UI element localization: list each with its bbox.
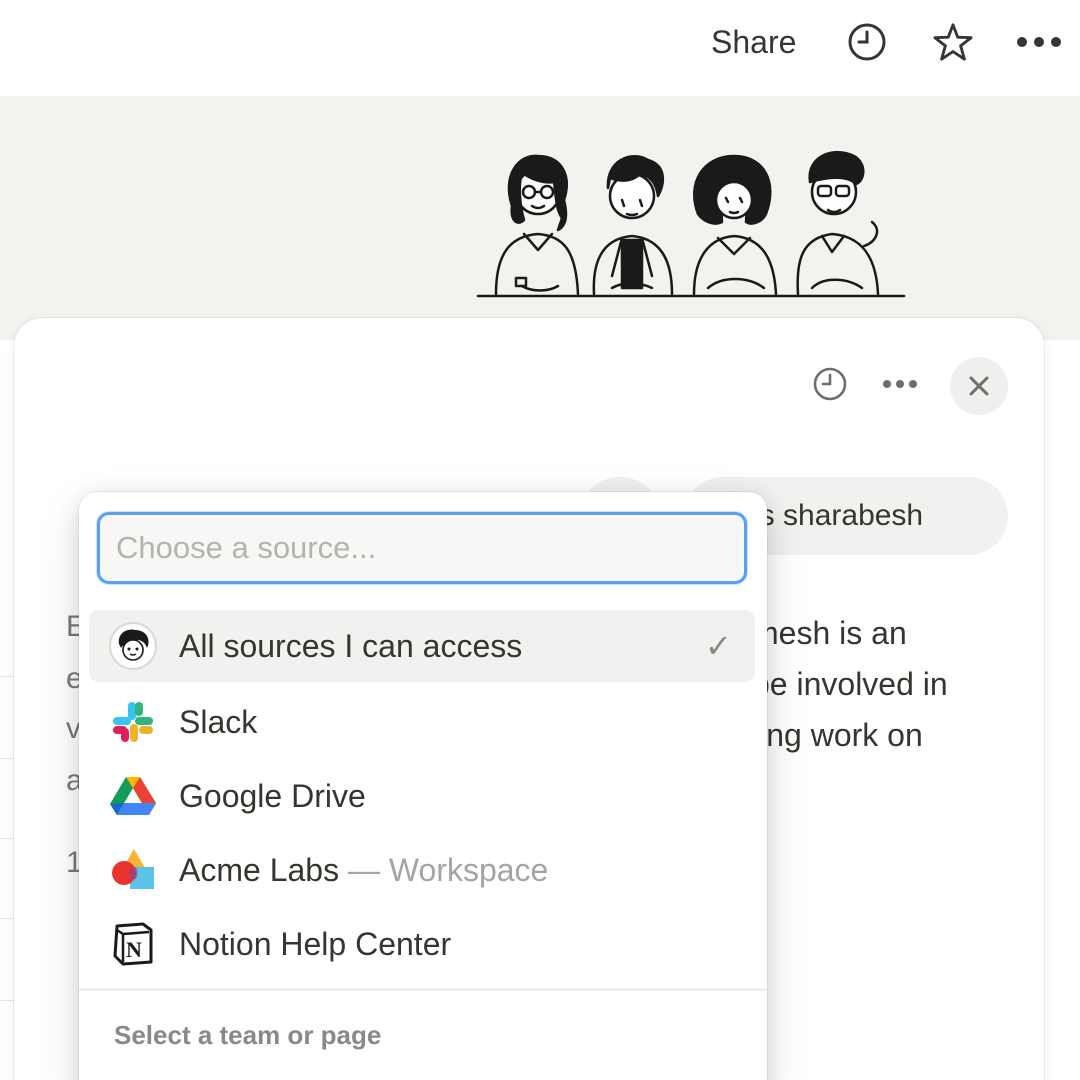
ai-answer-text: mesh is an be involved in ling work on [752,608,948,761]
source-option-label: Slack [179,703,258,740]
source-option-slack[interactable]: Slack [89,686,755,758]
close-button[interactable] [950,357,1008,415]
divider [0,838,14,839]
share-button[interactable]: Share [711,24,796,61]
history-icon[interactable] [808,362,852,406]
source-option-acme-labs[interactable]: Acme Labs — Workspace [89,834,755,906]
close-icon [969,376,989,396]
source-option-label: Google Drive [179,777,366,814]
divider [0,1000,14,1001]
page-cover [0,96,1080,340]
notion-icon: N [109,920,157,968]
source-option-label: Acme Labs — Workspace [179,851,549,888]
star-icon[interactable] [933,22,973,62]
divider [0,758,14,759]
source-option-sublabel: — Workspace [347,851,549,888]
divider [0,676,14,677]
menu-divider [79,988,767,991]
divider [0,918,14,919]
source-option-label: All sources I can access [179,627,523,664]
google-drive-icon [109,772,157,820]
slack-icon [109,698,157,746]
answer-line: mesh is an [752,615,907,651]
checkmark-icon: ✓ [705,628,732,664]
more-icon[interactable] [1016,22,1062,62]
source-option-google-drive[interactable]: Google Drive [89,760,755,832]
svg-text:N: N [126,937,142,962]
answer-line: ling work on [752,717,923,753]
top-bar: Share [0,0,1080,96]
source-search-field[interactable] [97,512,747,584]
source-search-input[interactable] [116,530,744,566]
user-avatar-icon [109,622,157,670]
answer-line: be involved in [752,666,948,702]
source-picker-menu: All sources I can access ✓ Slack [79,492,767,1080]
team-illustration [476,151,906,298]
section-header: Select a team or page [114,1020,382,1050]
history-icon[interactable] [847,22,887,62]
source-option-label: Notion Help Center [179,925,452,962]
acme-labs-icon [109,846,157,894]
more-icon[interactable] [878,362,922,406]
source-option-all[interactable]: All sources I can access ✓ [89,610,755,682]
source-option-notion-help[interactable]: N Notion Help Center [89,908,755,980]
